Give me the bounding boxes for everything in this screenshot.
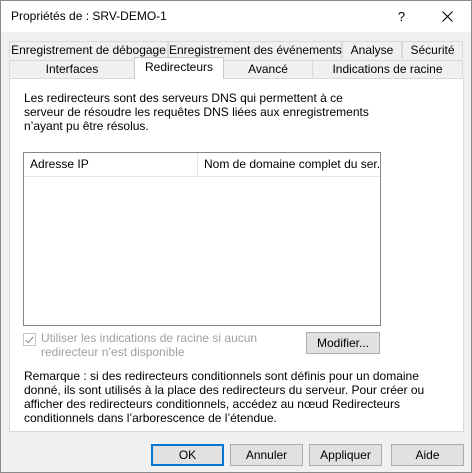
tab-security[interactable]: Sécurité	[402, 41, 463, 58]
help-button[interactable]: Aide	[391, 444, 464, 466]
checkmark-icon	[25, 335, 34, 344]
root-hints-checkbox-label: Utiliser les indications de racine si au…	[41, 331, 258, 359]
column-ip-address[interactable]: Adresse IP	[24, 153, 198, 176]
close-icon	[442, 11, 453, 22]
tab-forwarders[interactable]: Redirecteurs	[134, 57, 224, 79]
forwarders-description: Les redirecteurs sont des serveurs DNS q…	[24, 91, 369, 133]
tab-interfaces[interactable]: Interfaces	[9, 60, 135, 77]
title-help-button[interactable]: ?	[379, 1, 424, 32]
ok-button[interactable]: OK	[151, 444, 224, 466]
tab-root-hints[interactable]: Indications de racine	[312, 60, 463, 77]
tab-advanced[interactable]: Avancé	[223, 60, 313, 77]
list-header: Adresse IP Nom de domaine complet du ser…	[24, 153, 380, 177]
cancel-button[interactable]: Annuler	[230, 444, 303, 466]
tab-monitoring[interactable]: Analyse	[342, 41, 402, 58]
root-hints-checkbox-row: Utiliser les indications de racine si au…	[23, 331, 301, 359]
help-icon: ?	[397, 9, 406, 24]
apply-button[interactable]: Appliquer	[309, 444, 382, 466]
title-bar: Propriétés de : SRV-DEMO-1 ?	[1, 1, 471, 32]
window-title: Propriétés de : SRV-DEMO-1	[11, 9, 167, 23]
tab-event-logging[interactable]: Enregistrement des événements	[168, 41, 342, 58]
conditional-forwarders-note: Remarque : si des redirecteurs condition…	[24, 369, 425, 425]
title-close-button[interactable]	[425, 1, 470, 32]
root-hints-checkbox[interactable]	[23, 333, 36, 346]
properties-dialog: Propriétés de : SRV-DEMO-1 ? Enregistrem…	[0, 0, 472, 473]
tab-debug-logging[interactable]: Enregistrement de débogage	[9, 41, 168, 58]
forwarders-list[interactable]: Adresse IP Nom de domaine complet du ser…	[23, 152, 381, 326]
modify-button[interactable]: Modifier...	[306, 332, 380, 354]
forwarders-panel: Les redirecteurs sont des serveurs DNS q…	[9, 78, 464, 432]
column-fqdn[interactable]: Nom de domaine complet du ser...	[198, 153, 380, 176]
